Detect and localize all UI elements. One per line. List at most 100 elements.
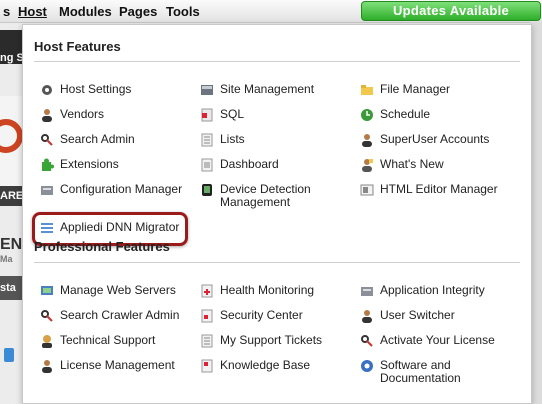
- menu-link-user-switcher[interactable]: User Switcher: [360, 309, 520, 323]
- list-icon: [200, 133, 214, 147]
- menu-link-label: Vendors: [60, 107, 105, 121]
- superuser-icon: [360, 133, 374, 147]
- menu-link-extensions[interactable]: Extensions: [40, 158, 200, 172]
- dashboard-icon: [200, 158, 214, 172]
- menu-link-label: What's New: [380, 157, 444, 171]
- menu-link-lists[interactable]: Lists: [200, 133, 360, 147]
- activate-icon: [360, 334, 374, 348]
- menu-link-label: SQL: [220, 107, 245, 121]
- menu-link-appliedi-dnn-migrator[interactable]: Appliedi DNN Migrator: [40, 221, 200, 235]
- menu-link-label: License Management: [60, 358, 175, 372]
- bg-logo-area: [0, 96, 24, 186]
- menu-link-label: Security Center: [220, 308, 303, 322]
- knowledge-icon: [200, 359, 214, 373]
- web-servers-icon: [40, 284, 54, 298]
- menu-link-label: Host Settings: [60, 82, 132, 96]
- whats-new-icon: [360, 158, 374, 172]
- bg-info-icon: [4, 348, 14, 362]
- config-icon: [40, 183, 54, 197]
- menu-link-host-settings[interactable]: Host Settings: [40, 83, 200, 97]
- menu-link-label: Search Crawler Admin: [60, 308, 180, 322]
- software-icon: [360, 359, 374, 373]
- menu-link-label: User Switcher: [380, 308, 455, 322]
- menu-link-device-detection-management[interactable]: Device Detection Management: [200, 183, 360, 209]
- section-title-professional-features: Professional Features: [34, 239, 170, 254]
- menu-link-vendors[interactable]: Vendors: [40, 108, 200, 122]
- top-menu-bar: s Host Modules Pages Tools Updates Avail…: [0, 0, 542, 23]
- menu-link-label: Device Detection Management: [220, 182, 311, 209]
- menu-item-pages[interactable]: Pages: [119, 4, 157, 19]
- user-icon: [40, 108, 54, 122]
- menu-item-host[interactable]: Host: [18, 4, 47, 19]
- menu-item-modules[interactable]: Modules: [59, 4, 112, 19]
- site-icon: [200, 83, 214, 97]
- menu-link-label: Extensions: [60, 157, 119, 171]
- menu-link-application-integrity[interactable]: Application Integrity: [360, 284, 520, 298]
- migrator-icon: [40, 221, 54, 235]
- menu-link-sql[interactable]: SQL: [200, 108, 360, 122]
- folder-icon: [360, 83, 374, 97]
- menu-link-label: HTML Editor Manager: [380, 182, 498, 196]
- menu-link-label: Search Admin: [60, 132, 135, 146]
- menu-link-label: Application Integrity: [380, 283, 485, 297]
- menu-link-dashboard[interactable]: Dashboard: [200, 158, 360, 172]
- menu-item-tools[interactable]: Tools: [166, 4, 200, 19]
- menu-link-superuser-accounts[interactable]: SuperUser Accounts: [360, 133, 520, 147]
- menu-link-schedule[interactable]: Schedule: [360, 108, 520, 122]
- html-editor-icon: [360, 183, 374, 197]
- menu-link-health-monitoring[interactable]: Health Monitoring: [200, 284, 360, 298]
- menu-link-knowledge-base[interactable]: Knowledge Base: [200, 359, 360, 373]
- menu-link-label: File Manager: [380, 82, 451, 96]
- menu-link-technical-support[interactable]: Technical Support: [40, 334, 200, 348]
- gear-icon: [40, 83, 54, 97]
- host-dropdown-panel: Host Features Host Settings Vendors Sear…: [22, 24, 532, 404]
- bg-text-fragment: ng S: [0, 52, 24, 64]
- logo-icon: [0, 119, 23, 153]
- menu-link-search-crawler-admin[interactable]: Search Crawler Admin: [40, 309, 200, 323]
- menu-link-security-center[interactable]: Security Center: [200, 309, 360, 323]
- background-page-strip: ng S ARE EN Ma sta: [0, 22, 24, 404]
- menu-link-label: Software and Documentation: [380, 358, 461, 385]
- menu-link-license-management[interactable]: License Management: [40, 359, 200, 373]
- puzzle-icon: [40, 158, 54, 172]
- support-icon: [40, 334, 54, 348]
- menu-link-label: Lists: [220, 132, 245, 146]
- menu-link-manage-web-servers[interactable]: Manage Web Servers: [40, 284, 200, 298]
- menu-link-activate-your-license[interactable]: Activate Your License: [360, 334, 520, 348]
- menu-link-label: SuperUser Accounts: [380, 132, 490, 146]
- section-divider: [34, 262, 520, 263]
- menu-link-label: Technical Support: [60, 333, 156, 347]
- menu-link-configuration-manager[interactable]: Configuration Manager: [40, 183, 200, 197]
- updates-available-button[interactable]: Updates Available: [361, 1, 541, 21]
- menu-link-label: My Support Tickets: [220, 333, 323, 347]
- tickets-icon: [200, 334, 214, 348]
- menu-link-software-and-documentation[interactable]: Software and Documentation: [360, 359, 520, 385]
- user-switcher-icon: [360, 309, 374, 323]
- menu-link-label: Manage Web Servers: [60, 283, 176, 297]
- menu-link-my-support-tickets[interactable]: My Support Tickets: [200, 334, 360, 348]
- sql-icon: [200, 108, 214, 122]
- menu-link-label: Site Management: [220, 82, 315, 96]
- menu-link-label: Health Monitoring: [220, 283, 315, 297]
- menu-link-file-manager[interactable]: File Manager: [360, 83, 520, 97]
- schedule-icon: [360, 108, 374, 122]
- menu-item-s[interactable]: s: [3, 4, 10, 19]
- menu-link-site-management[interactable]: Site Management: [200, 83, 360, 97]
- menu-link-whats-new[interactable]: What's New: [360, 158, 520, 172]
- menu-link-label: Schedule: [380, 107, 431, 121]
- menu-link-label: Configuration Manager: [60, 182, 183, 196]
- bg-text-fragment: ARE: [0, 190, 24, 202]
- search-admin-icon: [40, 133, 54, 147]
- menu-link-label: Activate Your License: [380, 333, 495, 347]
- menu-link-html-editor-manager[interactable]: HTML Editor Manager: [360, 183, 520, 197]
- license-icon: [40, 359, 54, 373]
- integrity-icon: [360, 284, 374, 298]
- bg-text-fragment: sta: [0, 282, 16, 294]
- section-title-host-features: Host Features: [34, 39, 121, 54]
- device-icon: [200, 183, 214, 197]
- menu-link-label: Knowledge Base: [220, 358, 311, 372]
- crawler-icon: [40, 309, 54, 323]
- section-divider: [34, 61, 520, 62]
- menu-link-search-admin[interactable]: Search Admin: [40, 133, 200, 147]
- bg-text-fragment: Ma: [0, 254, 13, 264]
